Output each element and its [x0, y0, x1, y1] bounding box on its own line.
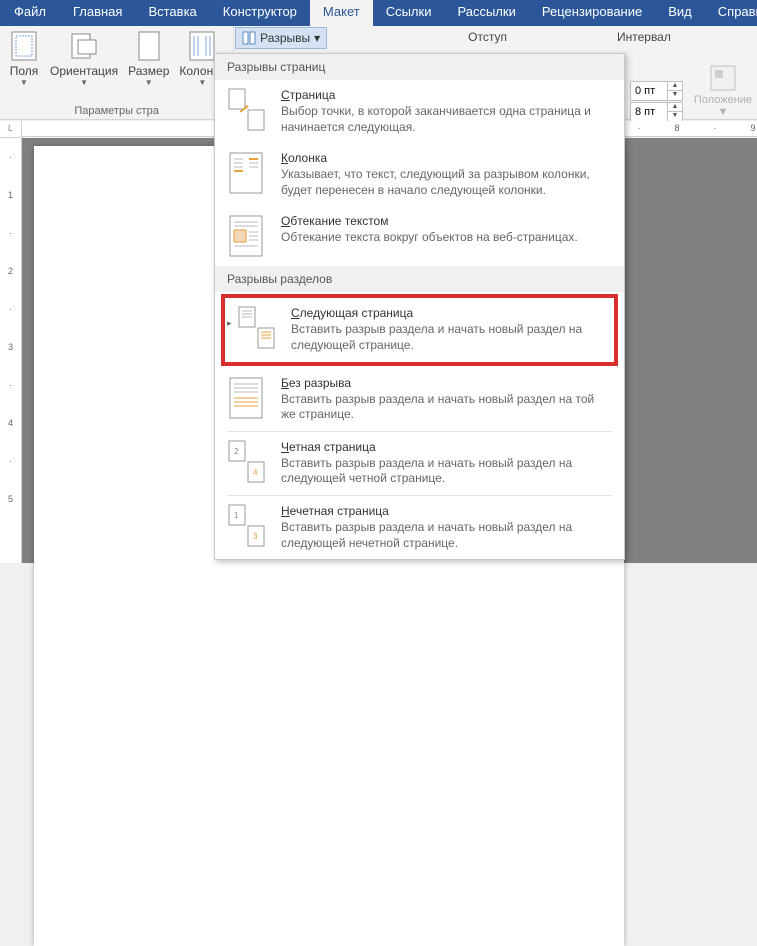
textwrap-break-icon — [227, 214, 267, 258]
breaks-button[interactable]: Разрывы ▾ — [235, 27, 327, 49]
group-page-setup-title: Параметры стра — [3, 105, 230, 119]
item-desc: Вставить разрыв раздела и начать новый р… — [281, 456, 612, 487]
svg-text:2: 2 — [234, 447, 239, 456]
item-desc: Вставить разрыв раздела и начать новый р… — [281, 392, 612, 423]
chevron-down-icon: ▼ — [145, 78, 153, 87]
tab-file[interactable]: Файл — [0, 0, 60, 26]
break-textwrap-item[interactable]: Обтекание текстом Обтекание текста вокру… — [215, 206, 624, 266]
column-break-icon — [227, 151, 267, 195]
highlight-box: ▸ Следующая страница Вставить разрыв раз… — [221, 294, 618, 365]
item-desc: Указывает, что текст, следующий за разры… — [281, 167, 612, 198]
break-continuous-item[interactable]: Без разрыва Вставить разрыв раздела и на… — [215, 368, 624, 431]
spacing-before-input[interactable] — [631, 84, 667, 98]
spinner-up-icon[interactable]: ▲ — [668, 82, 682, 91]
margins-button[interactable]: Поля ▼ — [3, 28, 45, 105]
position-label: Положение — [694, 94, 752, 106]
size-button[interactable]: Размер ▼ — [123, 28, 174, 105]
ruler-vertical[interactable]: ·1·2·3·4·5 — [0, 138, 22, 563]
tab-help[interactable]: Справка — [705, 0, 757, 26]
orientation-icon — [68, 30, 100, 62]
page-break-icon — [227, 88, 267, 132]
orientation-label: Ориентация — [50, 64, 118, 78]
item-desc: Обтекание текста вокруг объектов на веб-… — [281, 230, 612, 246]
size-icon — [133, 30, 165, 62]
tab-view[interactable]: Вид — [655, 0, 705, 26]
tab-layout[interactable]: Макет — [310, 0, 373, 26]
continuous-break-icon — [227, 376, 267, 420]
breaks-icon — [242, 31, 256, 45]
break-page-item[interactable]: Страница Выбор точки, в которой заканчив… — [215, 80, 624, 143]
svg-text:4: 4 — [253, 468, 258, 477]
spacing-spinners: ▲▼ ▲▼ — [624, 80, 689, 123]
margins-label: Поля — [10, 64, 39, 78]
chevron-down-icon: ▼ — [718, 106, 729, 118]
break-next-page-item[interactable]: ▸ Следующая страница Вставить разрыв раз… — [225, 298, 614, 361]
chevron-down-icon: ▼ — [20, 78, 28, 87]
tab-mailings[interactable]: Рассылки — [444, 0, 528, 26]
item-desc: Вставить разрыв раздела и начать новый р… — [281, 520, 612, 551]
arrow-right-icon: ▸ — [227, 318, 232, 329]
break-even-page-item[interactable]: 24 Четная страница Вставить разрыв разде… — [215, 432, 624, 495]
size-label: Размер — [128, 64, 169, 78]
item-desc: Выбор точки, в которой заканчивается одн… — [281, 104, 612, 135]
odd-page-break-icon: 13 — [227, 504, 267, 548]
indent-label: Отступ — [448, 26, 507, 50]
chevron-down-icon: ▾ — [314, 31, 320, 45]
tab-insert[interactable]: Вставка — [135, 0, 209, 26]
break-odd-page-item[interactable]: 13 Нечетная страница Вставить разрыв раз… — [215, 496, 624, 559]
ruler-corner: L — [0, 121, 22, 138]
spacing-after-spinner[interactable]: ▲▼ — [630, 102, 683, 122]
next-page-break-icon — [237, 306, 277, 350]
breaks-dropdown: Разрывы страниц Страница Выбор точки, в … — [214, 53, 625, 560]
dropdown-section-page-breaks: Разрывы страниц — [215, 54, 624, 80]
position-icon — [707, 62, 739, 94]
tab-references[interactable]: Ссылки — [373, 0, 445, 26]
even-page-break-icon: 24 — [227, 440, 267, 484]
spacing-before-spinner[interactable]: ▲▼ — [630, 81, 683, 101]
breaks-label: Разрывы — [260, 31, 310, 45]
tab-review[interactable]: Рецензирование — [529, 0, 655, 26]
item-desc: Вставить разрыв раздела и начать новый р… — [291, 322, 602, 353]
dropdown-section-section-breaks: Разрывы разделов — [215, 266, 624, 292]
margins-icon — [8, 30, 40, 62]
chevron-down-icon: ▼ — [198, 78, 206, 87]
tab-design[interactable]: Конструктор — [210, 0, 310, 26]
svg-text:1: 1 — [234, 511, 239, 520]
break-column-item[interactable]: Колонка Указывает, что текст, следующий … — [215, 143, 624, 206]
interval-label: Интервал — [597, 26, 671, 50]
orientation-button[interactable]: Ориентация ▼ — [45, 28, 123, 105]
group-page-setup: Поля ▼ Ориентация ▼ Размер ▼ — [0, 26, 234, 119]
spinner-up-icon[interactable]: ▲ — [668, 103, 682, 112]
spinner-down-icon[interactable]: ▼ — [668, 91, 682, 100]
svg-text:3: 3 — [253, 532, 258, 541]
ribbon-tabs: Файл Главная Вставка Конструктор Макет С… — [0, 0, 757, 26]
position-button[interactable]: Положение ▼ — [689, 58, 757, 122]
spacing-after-input[interactable] — [631, 105, 667, 119]
chevron-down-icon: ▼ — [80, 78, 88, 87]
tab-home[interactable]: Главная — [60, 0, 135, 26]
spinner-down-icon[interactable]: ▼ — [668, 112, 682, 121]
